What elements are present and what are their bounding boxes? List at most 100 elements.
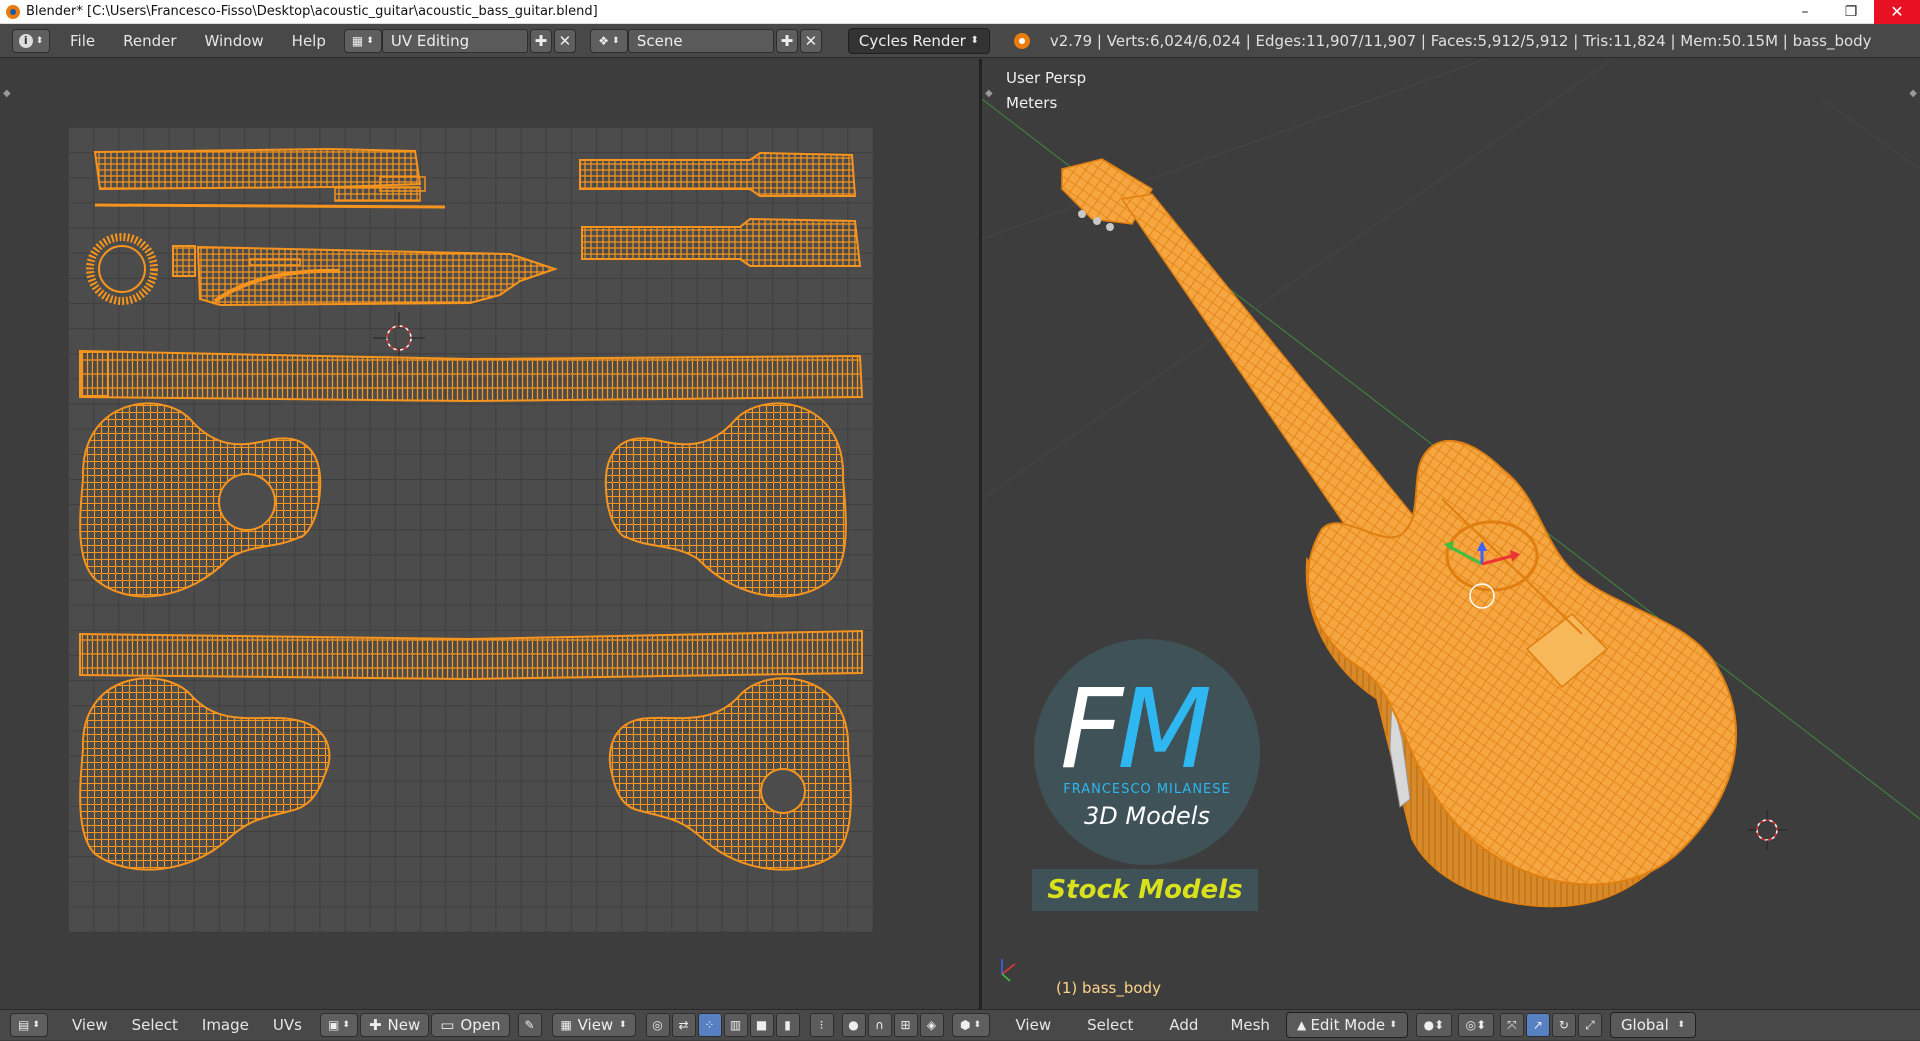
open-image-button[interactable]: ▭ Open [431, 1013, 510, 1037]
window-title: Blender* [C:\Users\Francesco-Fisso\Deskt… [26, 4, 598, 19]
open-image-label: Open [460, 1016, 501, 1034]
uv-menu-view[interactable]: View [60, 1010, 120, 1041]
uv-island-body-front-top [79, 402, 322, 598]
translate-manipulator-icon[interactable]: ↗ [1525, 1013, 1550, 1037]
delete-scene-button[interactable]: ✕ [799, 28, 822, 53]
logo-subtitle: 3D Models [1084, 802, 1210, 830]
window-titlebar: Blender* [C:\Users\Francesco-Fisso\Deskt… [0, 0, 1920, 24]
uv-extra-icon[interactable]: ◈ [919, 1013, 944, 1037]
minimize-button[interactable]: – [1782, 0, 1828, 24]
orientation-label: Global [1620, 1016, 1669, 1034]
guitar-model-svg [982, 59, 1920, 982]
plus-icon: ✚ [780, 31, 794, 50]
mode-dropdown[interactable]: ▲ Edit Mode ⬍ [1285, 1012, 1408, 1038]
manipulator-toggle-icon[interactable]: ⤧ [1499, 1013, 1524, 1037]
chevron-updown-icon: ⬍ [342, 1020, 350, 1030]
view-mode-icon: ▦ [560, 1018, 572, 1032]
image-editor-icon: ▤ [18, 1018, 30, 1032]
uv-layout-overlay [79, 147, 864, 871]
delete-screen-button[interactable]: ✕ [553, 28, 576, 53]
image-icon: ▣ [327, 1018, 340, 1032]
menu-file[interactable]: File [56, 24, 109, 58]
x-icon: ✕ [804, 31, 818, 50]
viewport-shading-icon[interactable]: ●⬍ [1415, 1013, 1452, 1037]
new-image-button[interactable]: ✚ New [359, 1013, 430, 1037]
menu-render[interactable]: Render [109, 24, 190, 58]
island-select-icon[interactable]: ▮ [775, 1013, 800, 1037]
add-screen-button[interactable]: ✚ [529, 28, 552, 53]
floor-line-3 [1821, 98, 1920, 170]
image-browse-button[interactable]: ▣ ⬍ [319, 1013, 358, 1037]
close-button[interactable]: ✕ [1874, 0, 1920, 24]
pin-image-icon[interactable]: ✎ [517, 1013, 542, 1037]
pivot-point-icon[interactable]: ◎⬍ [1457, 1013, 1494, 1037]
vertex-select-icon[interactable]: ⁘ [697, 1013, 722, 1037]
add-scene-button[interactable]: ✚ [775, 28, 798, 53]
cube-icon: ⬢ [959, 1018, 971, 1032]
3d-menu-select[interactable]: Select [1075, 1010, 1145, 1041]
uv-image-editor[interactable]: ◆ [0, 59, 979, 1009]
menu-help[interactable]: Help [278, 24, 340, 58]
proportional-edit-icon[interactable]: ● [841, 1013, 866, 1037]
uv-island-bridge-parts [172, 245, 559, 307]
uv-view-mode-dropdown[interactable]: ▦ View ⬍ [551, 1013, 636, 1037]
transform-orientation-dropdown[interactable]: Global ⬍ [1609, 1012, 1696, 1038]
snap-element-icon[interactable]: ⊞ [893, 1013, 918, 1037]
uv-island-neck-top [93, 147, 446, 209]
render-engine-label: Cycles Render [858, 31, 966, 50]
uv-menu-select[interactable]: Select [120, 1010, 190, 1041]
active-object-label: (1) bass_body [1056, 979, 1161, 997]
chevron-updown-icon: ⬍ [973, 1020, 982, 1030]
info-icon: i [18, 33, 33, 48]
uv-island-neck-right-2 [581, 217, 862, 267]
uv-menu-image[interactable]: Image [190, 1010, 261, 1041]
uv-sync-selection-icon[interactable]: ⇄ [671, 1013, 696, 1037]
chevron-updown-icon: ⬍ [618, 1020, 627, 1030]
chevron-updown-icon: ⬍ [1389, 1020, 1397, 1030]
snap-icon[interactable]: ∩ [867, 1013, 892, 1037]
folder-icon: ▭ [440, 1016, 455, 1034]
face-select-icon[interactable]: ■ [749, 1013, 774, 1037]
3d-viewport[interactable]: ◆ ◆ User Persp Meters FM FRANCESCO MILAN… [982, 59, 1920, 1009]
3d-cursor[interactable] [1747, 810, 1787, 850]
stock-models-badge: Stock Models [1032, 869, 1258, 911]
floor-line-2 [982, 59, 1488, 240]
render-engine-dropdown[interactable]: Cycles Render ⬍ [847, 27, 990, 54]
uv-editor-type-button[interactable]: ▤ ⬍ [10, 1013, 48, 1037]
plus-icon: ✚ [368, 1016, 382, 1034]
uv-island-side-band-top [79, 349, 864, 403]
plus-icon: ✚ [534, 31, 548, 50]
menu-window[interactable]: Window [191, 24, 278, 58]
pivot-icon[interactable]: ◎ [645, 1013, 670, 1037]
chevron-updown-icon: ⬍ [970, 35, 979, 46]
x-icon: ✕ [558, 31, 572, 50]
3d-menu-add[interactable]: Add [1157, 1010, 1210, 1041]
edge-select-icon[interactable]: ▥ [723, 1013, 748, 1037]
logo-monogram: FM [1060, 665, 1212, 793]
layout-icon: ▦ [351, 33, 364, 48]
uv-menu-uvs[interactable]: UVs [261, 1010, 314, 1041]
scene-browse-button[interactable]: ❖ ⬍ [589, 28, 628, 53]
logo-m: M [1117, 665, 1212, 793]
new-image-label: New [387, 1016, 421, 1034]
restore-button[interactable]: ❐ [1828, 0, 1874, 24]
sticky-selection-icon[interactable]: ⁝ [809, 1013, 834, 1037]
logo-brand-name: FRANCESCO MILANESE [1063, 782, 1231, 797]
uv-island-body-front-bottom [79, 677, 331, 871]
3d-menu-view[interactable]: View [1004, 1010, 1064, 1041]
screen-layout-field[interactable]: UV Editing [381, 28, 528, 53]
uv-island-neck-right-1 [579, 151, 857, 197]
info-editor-type-button[interactable]: i ⬍ [12, 28, 50, 53]
uv-view-mode-label: View [577, 1016, 614, 1034]
screen-layout-browse-button[interactable]: ▦ ⬍ [343, 28, 382, 53]
scene-field[interactable]: Scene [627, 28, 774, 53]
3d-editor-type-button[interactable]: ⬢ ⬍ [951, 1013, 990, 1037]
guitar-neck [1120, 193, 1434, 581]
edit-mode-icon: ▲ [1296, 1018, 1307, 1032]
3d-menu-mesh[interactable]: Mesh [1218, 1010, 1282, 1041]
uv-island-soundhole-ring [86, 233, 158, 305]
uv-island-body-back-bottom [608, 677, 852, 871]
rotate-manipulator-icon[interactable]: ↻ [1551, 1013, 1576, 1037]
scale-manipulator-icon[interactable]: ⤢ [1577, 1013, 1602, 1037]
watermark-logo: FM FRANCESCO MILANESE 3D Models [1034, 639, 1260, 865]
